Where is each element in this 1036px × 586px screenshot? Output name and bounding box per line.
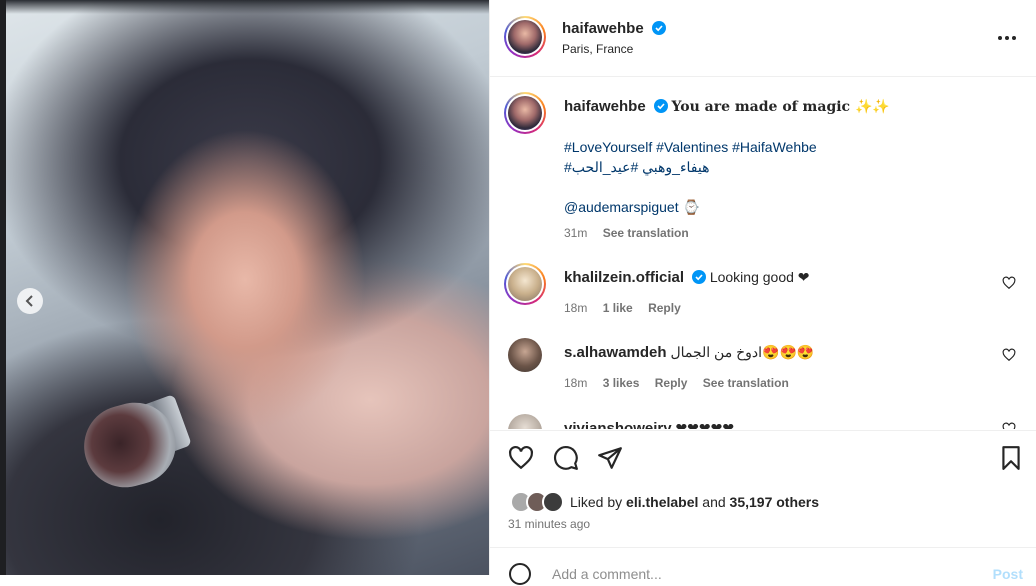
caption-username[interactable]: haifawehbe bbox=[564, 98, 646, 115]
caption-text: You are made of magic ✨✨ bbox=[671, 99, 890, 115]
heart-icon[interactable] bbox=[1002, 276, 1016, 290]
post-time: 31 minutes ago bbox=[508, 517, 591, 531]
comments-list[interactable]: haifawehbe You are made of magic ✨✨ #Lov… bbox=[490, 77, 1036, 429]
heart-icon[interactable] bbox=[1002, 422, 1016, 429]
heart-icon[interactable] bbox=[1002, 348, 1016, 362]
likes-and: and bbox=[702, 494, 726, 510]
likes-summary[interactable]: Liked by eli.thelabel and 35,197 others bbox=[510, 491, 819, 513]
previous-image-button[interactable] bbox=[17, 288, 43, 314]
caption-hashtags[interactable]: #LoveYourself #Valentines #HaifaWehbe bbox=[564, 137, 994, 157]
bookmark-icon[interactable] bbox=[998, 445, 1024, 471]
likes-prefix: Liked by bbox=[570, 494, 623, 510]
verified-badge-icon bbox=[653, 99, 668, 113]
caption-mention[interactable]: @audemarspiguet ⌚ bbox=[564, 197, 994, 217]
post-location[interactable]: Paris, France bbox=[562, 42, 666, 56]
author-avatar[interactable] bbox=[504, 16, 546, 58]
chevron-left-icon bbox=[25, 295, 33, 307]
see-translation-link[interactable]: See translation bbox=[703, 376, 789, 390]
likes-user[interactable]: eli.thelabel bbox=[626, 494, 698, 510]
comment-username[interactable]: khalilzein.official bbox=[564, 269, 684, 286]
comment-time: 18m bbox=[564, 301, 588, 315]
verified-badge-icon bbox=[691, 270, 706, 284]
emoji-icon[interactable] bbox=[508, 562, 532, 586]
heart-icon[interactable] bbox=[508, 445, 534, 471]
comment-text: ادوخ من الجمال😍😍😍 bbox=[670, 344, 815, 360]
comment-username[interactable]: vivianshoweiry bbox=[564, 420, 672, 429]
comment-likes[interactable]: 3 likes bbox=[603, 376, 640, 390]
verified-badge-icon bbox=[652, 21, 667, 35]
post-actions: Liked by eli.thelabel and 35,197 others … bbox=[490, 430, 1036, 549]
post-comment-button[interactable]: Post bbox=[993, 566, 1023, 582]
liker-avatar bbox=[542, 491, 564, 513]
more-icon[interactable] bbox=[997, 26, 1017, 50]
comment-likes[interactable]: 1 like bbox=[603, 301, 633, 315]
comment-avatar[interactable] bbox=[508, 414, 542, 429]
likes-count[interactable]: 35,197 others bbox=[730, 494, 820, 510]
add-comment-input[interactable]: Add a comment... bbox=[552, 566, 662, 582]
photo-car-frame-top bbox=[0, 0, 489, 14]
see-translation-link[interactable]: See translation bbox=[603, 226, 689, 240]
add-comment-bar: Add a comment... Post bbox=[490, 547, 1036, 585]
share-icon[interactable] bbox=[597, 445, 623, 471]
post-photo[interactable] bbox=[0, 0, 489, 575]
photo-car-frame-left bbox=[0, 0, 6, 575]
comment-avatar[interactable] bbox=[504, 263, 546, 305]
post-header: haifawehbe Paris, France bbox=[490, 0, 1036, 77]
caption-hashtags-arabic[interactable]: #هيفاء_وهبي #عيد_الحب bbox=[564, 157, 994, 177]
comment-text: ❤❤❤❤❤ bbox=[675, 420, 735, 429]
comment-text: Looking good ❤ bbox=[709, 269, 810, 285]
reply-button[interactable]: Reply bbox=[655, 376, 688, 390]
comment-time: 18m bbox=[564, 376, 588, 390]
post-sidebar: haifawehbe Paris, France haifawehbe You … bbox=[489, 0, 1036, 585]
comment-username[interactable]: s.alhawamdeh bbox=[564, 344, 667, 361]
caption-avatar[interactable] bbox=[504, 92, 546, 134]
comment-icon[interactable] bbox=[553, 445, 579, 471]
comment-avatar[interactable] bbox=[508, 338, 542, 372]
reply-button[interactable]: Reply bbox=[648, 301, 681, 315]
author-username[interactable]: haifawehbe bbox=[562, 20, 644, 37]
caption-time: 31m bbox=[564, 226, 588, 240]
